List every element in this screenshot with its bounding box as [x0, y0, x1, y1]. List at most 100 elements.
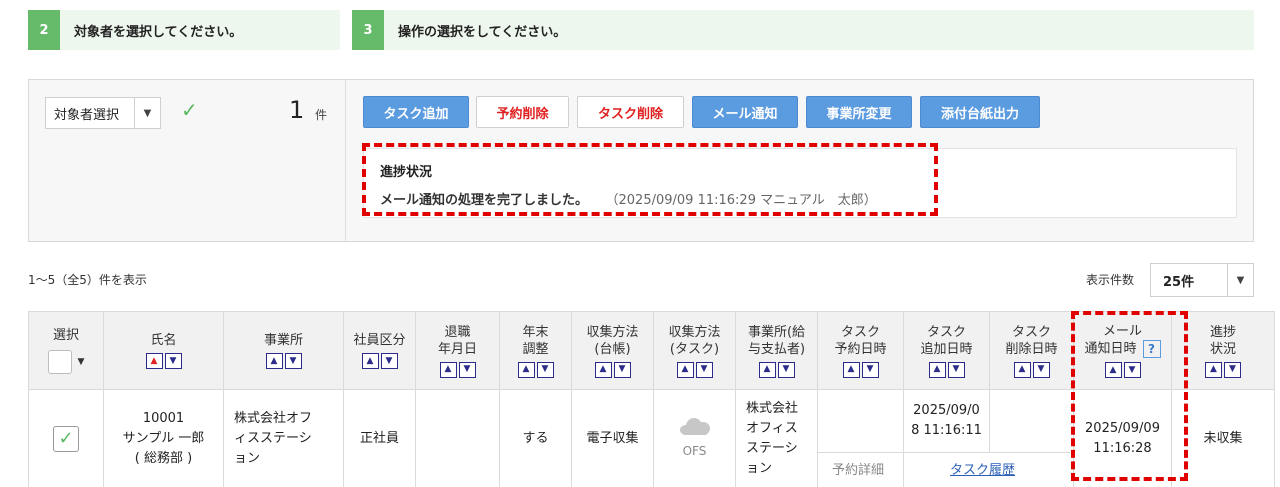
sort-desc-icon[interactable]: ▼: [1224, 361, 1241, 378]
cell-yearend: する: [499, 389, 572, 487]
step-3-label: 操作の選択をしてください。: [398, 24, 567, 40]
col-select-label: 選択: [52, 328, 79, 343]
sort-asc-icon[interactable]: ▲: [1205, 361, 1222, 378]
sort-asc-icon[interactable]: ▲: [265, 353, 283, 369]
sort-asc-icon[interactable]: ▲: [676, 361, 694, 378]
reserve-detail-cell: 予約詳細: [818, 453, 904, 487]
mail-notify-button[interactable]: メール通知: [692, 96, 798, 128]
cell-emp-type: 正社員: [343, 389, 416, 487]
col-yearend-label-1: 年末: [522, 324, 549, 340]
col-task-add-label-1: タスク: [926, 324, 966, 340]
delete-task-button[interactable]: タスク削除: [577, 96, 684, 128]
task-add-line-2: 8 11:16:11: [911, 423, 982, 438]
col-retire-label-1: 退職: [444, 324, 471, 340]
col-task-reserve: タスク 予約日時 ▲ ▼: [817, 311, 904, 390]
selected-count-unit: 件: [315, 108, 328, 122]
col-retire: 退職 年月日 ▲ ▼: [415, 311, 500, 390]
target-select-label: 対象者選択: [54, 107, 120, 123]
sort-desc-icon[interactable]: ▼: [536, 361, 554, 378]
col-collect-ledger-label-2: (台帳): [594, 341, 631, 357]
col-collect-task: 収集方法 (タスク) ▲ ▼: [653, 311, 736, 390]
cell-name: 10001 サンプル 一郎 ( 総務部 ): [103, 389, 224, 487]
sort-desc-icon[interactable]: ▼: [380, 353, 398, 369]
add-task-button[interactable]: タスク追加: [363, 96, 469, 128]
sort-desc-icon[interactable]: ▼: [284, 353, 302, 369]
office-line-3: ョン: [234, 451, 261, 466]
sort-asc-icon[interactable]: ▲: [842, 361, 860, 378]
caret-down-icon[interactable]: ▼: [1227, 264, 1253, 296]
col-task-reserve-label-1: タスク: [840, 324, 880, 340]
highlight-mail-column-frame: [1071, 311, 1188, 481]
col-name: 氏名 ▲ ▼: [103, 311, 224, 390]
sort-desc-icon[interactable]: ▼: [947, 361, 965, 378]
cloud-icon: [678, 417, 712, 435]
sort-asc-icon[interactable]: ▲: [1013, 361, 1031, 378]
col-task-reserve-label-2: 予約日時: [834, 341, 887, 357]
target-select[interactable]: 対象者選択 ▼: [45, 97, 161, 129]
per-page-select[interactable]: 25件 ▼: [1150, 263, 1254, 297]
col-collect-ledger-label-1: 収集方法: [586, 324, 639, 340]
row-checkbox[interactable]: ✓: [53, 426, 79, 452]
reserve-detail-link[interactable]: 予約詳細: [832, 461, 884, 481]
change-office-button[interactable]: 事業所変更: [806, 96, 912, 128]
col-task-add: タスク 追加日時 ▲ ▼: [903, 311, 990, 390]
step-2-label: 対象者を選択してください。: [74, 24, 243, 40]
col-task-delete-label-2: 削除日時: [1005, 341, 1058, 357]
selected-count: 1: [289, 96, 305, 124]
employee-id: 10001: [142, 411, 185, 426]
payer-line-1: 株式会社: [746, 401, 799, 416]
col-retire-label-2: 年月日: [437, 341, 477, 357]
cell-task-reserve: [818, 390, 904, 452]
col-payer-label-2: 与支払者): [747, 341, 806, 357]
check-icon: ✓: [58, 428, 74, 449]
office-line-1: 株式会社オフ: [234, 411, 313, 426]
payer-line-4: ョン: [746, 461, 773, 476]
col-task-delete-label-1: タスク: [1011, 324, 1051, 340]
employee-name: サンプル 一郎: [122, 431, 205, 446]
task-add-line-1: 2025/09/0: [913, 403, 980, 418]
sort-desc-icon[interactable]: ▼: [458, 361, 476, 378]
col-yearend: 年末 調整 ▲ ▼: [499, 311, 572, 390]
caret-down-icon[interactable]: ▼: [134, 98, 160, 128]
sort-asc-icon[interactable]: ▲: [594, 361, 612, 378]
col-task-delete: タスク 削除日時 ▲ ▼: [989, 311, 1074, 390]
task-history-cell: タスク履歴: [904, 453, 1074, 487]
sort-asc-icon[interactable]: ▲: [517, 361, 535, 378]
sort-desc-icon[interactable]: ▼: [164, 353, 182, 369]
sort-asc-icon[interactable]: ▲: [928, 361, 946, 378]
sort-asc-icon[interactable]: ▲: [758, 361, 776, 378]
col-name-label: 氏名: [150, 333, 177, 348]
task-links-row: 予約詳細 タスク履歴: [818, 452, 1073, 487]
col-collect-ledger: 収集方法 (台帳) ▲ ▼: [571, 311, 654, 390]
sort-asc-icon[interactable]: ▲: [145, 353, 163, 369]
panel-divider: [345, 80, 346, 241]
sort-desc-icon[interactable]: ▼: [861, 361, 879, 378]
sort-asc-icon[interactable]: ▲: [361, 353, 379, 369]
sort-desc-icon[interactable]: ▼: [695, 361, 713, 378]
cell-task-group: 2025/09/0 8 11:16:11 予約詳細 タスク履歴: [817, 389, 1074, 487]
result-range: 1〜5（全5）件を表示: [28, 273, 147, 287]
sort-desc-icon[interactable]: ▼: [777, 361, 795, 378]
cell-collect-task: OFS: [653, 389, 736, 487]
select-all-checkbox[interactable]: [47, 350, 72, 374]
col-progress-label-2: 状況: [1209, 341, 1236, 357]
payer-line-3: ステーシ: [746, 441, 798, 456]
col-office-label: 事業所: [263, 333, 303, 348]
attachment-print-button[interactable]: 添付台紙出力: [920, 96, 1040, 128]
sort-desc-icon[interactable]: ▼: [1032, 361, 1050, 378]
task-history-link[interactable]: タスク履歴: [950, 461, 1015, 481]
per-page-label: 表示件数: [1086, 273, 1135, 287]
delete-reservation-button[interactable]: 予約削除: [476, 96, 569, 128]
sort-asc-icon[interactable]: ▲: [439, 361, 457, 378]
col-progress-label-1: 進捗: [1209, 324, 1236, 340]
step-3-number: 3: [352, 10, 384, 50]
office-line-2: ィスステーシ: [234, 431, 312, 446]
caret-down-icon[interactable]: ▼: [78, 354, 85, 371]
collect-task-value: OFS: [682, 444, 707, 458]
sort-desc-icon[interactable]: ▼: [613, 361, 631, 378]
employee-dept: ( 総務部 ): [134, 451, 193, 466]
cell-payer: 株式会社 オフィス ステーシ ョン: [735, 389, 818, 487]
highlight-status-frame: [362, 143, 938, 216]
step-2-number: 2: [28, 10, 60, 50]
cell-retire: [415, 389, 500, 487]
